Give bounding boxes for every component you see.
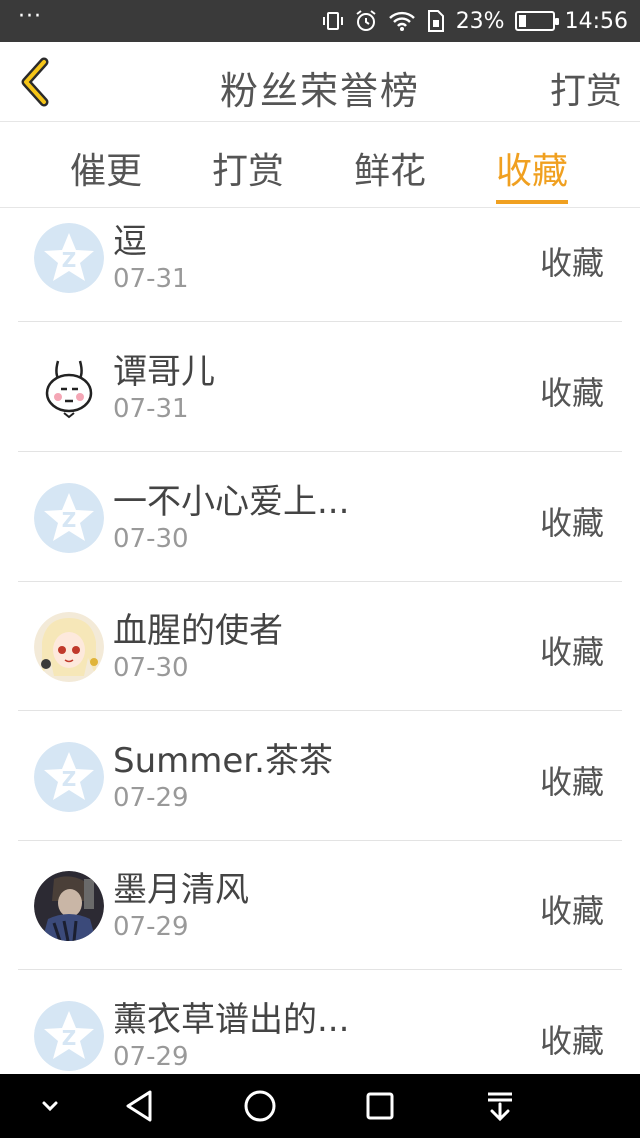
favorite-label: 收藏	[539, 1022, 604, 1060]
back-triangle-icon[interactable]	[120, 1086, 160, 1126]
alarm-icon	[354, 9, 378, 33]
list-item[interactable]: 墨月清风 07-29 收藏	[18, 840, 622, 970]
favorite-label: 收藏	[539, 633, 604, 671]
list-item[interactable]: Z 薰衣草谱出的... 07-29 收藏	[18, 970, 622, 1074]
list-item[interactable]: 谭哥儿 07-31 收藏	[18, 322, 622, 452]
default-avatar-icon: Z	[34, 483, 104, 553]
svg-text:Z: Z	[62, 1026, 77, 1050]
tab-label: 鲜花	[354, 151, 427, 192]
top-nav-bar: 粉丝荣誉榜 打赏	[0, 42, 640, 122]
vibrate-icon	[322, 10, 344, 32]
tab-tip[interactable]: 打赏	[212, 142, 284, 204]
page-title: 粉丝荣誉榜	[219, 69, 420, 113]
fan-name: 逗	[113, 222, 147, 262]
fan-date: 07-29	[113, 1042, 189, 1072]
rabbit-avatar-icon	[34, 353, 104, 423]
fan-date: 07-30	[113, 524, 189, 554]
tab-label: 打赏	[212, 151, 285, 192]
fan-date: 07-31	[113, 264, 189, 294]
list-item[interactable]: Z 一不小心爱上... 07-30 收藏	[18, 452, 622, 582]
default-avatar-icon: Z	[34, 1001, 104, 1071]
fan-name: 薰衣草谱出的...	[113, 1000, 350, 1040]
favorite-label: 收藏	[539, 892, 604, 930]
system-navigation-bar	[0, 1074, 640, 1138]
tab-favorites[interactable]: 收藏	[496, 142, 569, 204]
fan-name: 一不小心爱上...	[113, 482, 350, 522]
notification-pulldown-icon[interactable]	[480, 1086, 520, 1126]
sim-icon	[426, 9, 446, 33]
clock: 14:56	[564, 8, 628, 34]
fan-name: 墨月清风	[113, 870, 249, 910]
battery-percent: 23%	[455, 8, 505, 34]
list-item[interactable]: Z 逗 07-31 收藏	[18, 208, 622, 322]
recents-square-icon[interactable]	[360, 1086, 400, 1126]
favorite-label: 收藏	[539, 244, 604, 282]
tab-label: 催更	[70, 151, 143, 192]
anime-girl-avatar-icon	[34, 612, 104, 682]
wifi-icon	[388, 10, 416, 32]
tip-button[interactable]: 打赏	[550, 62, 622, 114]
fan-name: 谭哥儿	[113, 352, 215, 392]
fan-date: 07-31	[113, 394, 189, 424]
home-circle-icon[interactable]	[240, 1086, 280, 1126]
status-icons: 23% 14:56	[322, 0, 628, 42]
tab-flowers[interactable]: 鲜花	[354, 142, 426, 204]
fan-list[interactable]: Z 逗 07-31 收藏 谭哥儿 07-31 收藏 Z 一不小心爱上... 07…	[0, 208, 640, 1074]
svg-text:Z: Z	[62, 248, 77, 272]
fan-date: 07-30	[113, 653, 189, 683]
battery-icon	[514, 11, 559, 31]
dark-photo-avatar-icon	[34, 871, 104, 941]
favorite-label: 收藏	[539, 504, 604, 542]
notification-dots: ···	[18, 4, 42, 29]
list-item[interactable]: Z Summer.茶茶 07-29 收藏	[18, 711, 622, 841]
fan-name: 血腥的使者	[113, 611, 283, 651]
fan-date: 07-29	[113, 783, 189, 813]
tab-urge[interactable]: 催更	[70, 142, 142, 204]
tab-label: 收藏	[496, 151, 569, 192]
list-item[interactable]: 血腥的使者 07-30 收藏	[18, 581, 622, 711]
tab-bar: 催更 打赏 鲜花 收藏	[0, 122, 640, 208]
default-avatar-icon: Z	[34, 742, 104, 812]
fan-date: 07-29	[113, 912, 189, 942]
favorite-label: 收藏	[539, 374, 604, 412]
active-tab-indicator	[496, 200, 569, 204]
svg-text:Z: Z	[62, 508, 77, 532]
collapse-chevron-icon[interactable]	[30, 1086, 70, 1126]
svg-text:Z: Z	[62, 767, 77, 791]
status-bar: ··· 23% 14:56	[0, 0, 640, 42]
fan-name: Summer.茶茶	[113, 741, 333, 781]
favorite-label: 收藏	[539, 763, 604, 801]
default-avatar-icon: Z	[34, 223, 104, 293]
